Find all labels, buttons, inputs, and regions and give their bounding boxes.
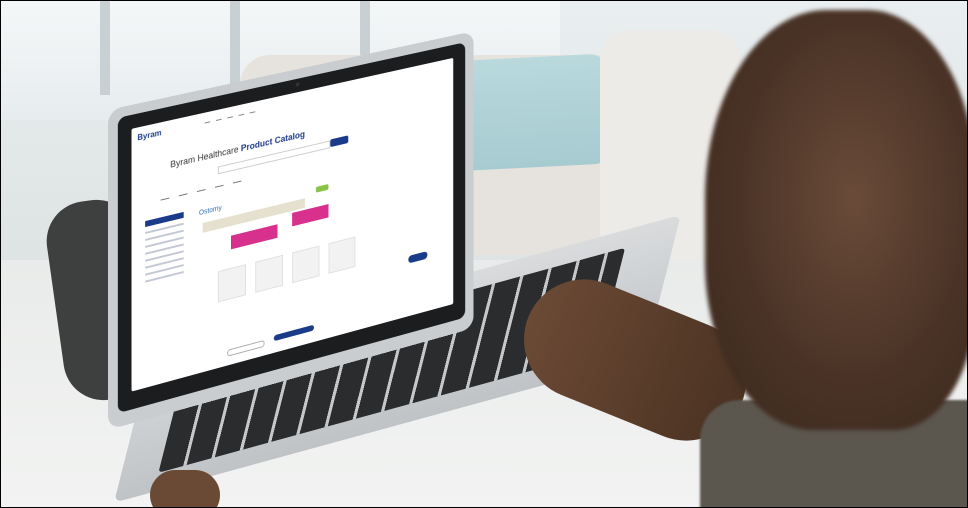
category-link[interactable]: ▬▬▬ (233, 179, 241, 185)
person-head (705, 10, 968, 430)
primary-button[interactable] (273, 324, 315, 342)
secondary-button[interactable] (227, 339, 265, 357)
section-title: Ostomy (198, 204, 222, 218)
window-frame (100, 0, 110, 95)
green-button[interactable] (315, 183, 329, 193)
nav-item[interactable]: ▬▬ (250, 109, 256, 116)
laptop-screen: Byram ▬▬ ▬▬ ▬▬ ▬▬ ▬▬ Byram Healthcare Pr… (131, 57, 454, 392)
category-link[interactable]: ▬▬▬ (179, 191, 188, 197)
webcam-icon (295, 82, 300, 87)
nav-item[interactable]: ▬▬ (205, 119, 211, 126)
product-tile[interactable] (255, 254, 283, 293)
category-link[interactable]: ▬▬▬ (161, 196, 170, 202)
promo-strip[interactable] (202, 198, 305, 233)
nav-item[interactable]: ▬▬ (227, 114, 233, 121)
promo-banner[interactable] (231, 224, 278, 250)
search-button[interactable] (330, 135, 349, 148)
chat-button[interactable] (408, 251, 428, 264)
category-link[interactable]: ▬▬▬ (215, 183, 223, 189)
nav-item[interactable]: ▬▬ (216, 117, 222, 124)
product-tile[interactable] (292, 245, 320, 284)
filter-sidebar (145, 211, 184, 370)
product-tile[interactable] (328, 236, 356, 274)
category-link[interactable]: ▬▬▬ (197, 187, 206, 193)
category-nav: ▬▬▬ ▬▬▬ ▬▬▬ ▬▬▬ ▬▬▬ (161, 133, 436, 202)
person-hand (150, 470, 220, 508)
product-tile[interactable] (217, 264, 246, 303)
nav-item[interactable]: ▬▬ (239, 112, 245, 119)
site-logo[interactable]: Byram (137, 128, 161, 142)
photo: Byram ▬▬ ▬▬ ▬▬ ▬▬ ▬▬ Byram Healthcare Pr… (0, 0, 968, 508)
